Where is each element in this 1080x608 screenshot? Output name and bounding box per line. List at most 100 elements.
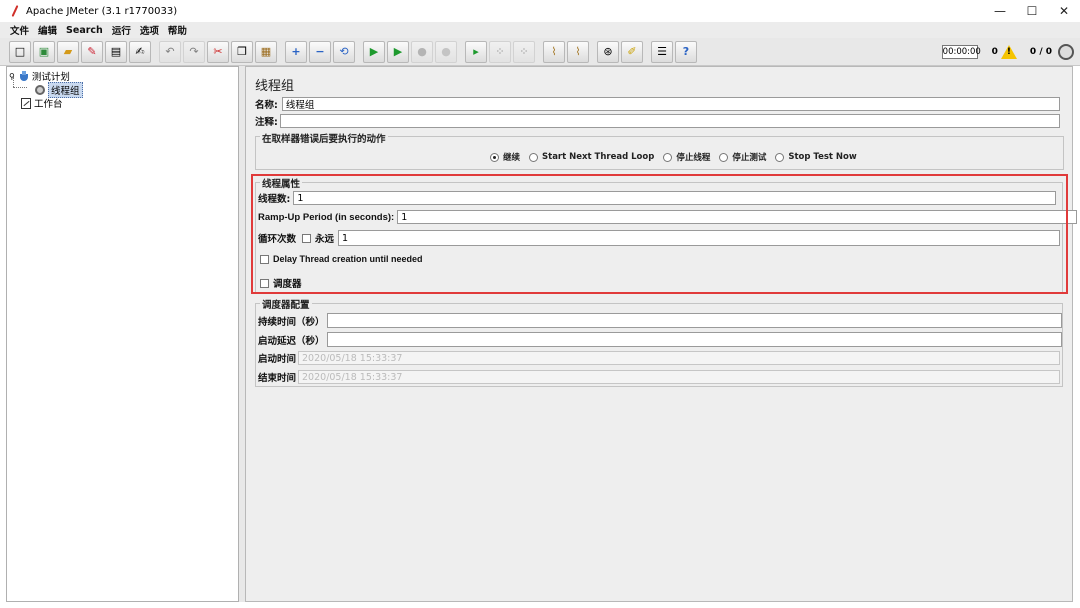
minimize-button[interactable]: — [984,0,1016,22]
error-action-options: 继续 Start Next Thread Loop 停止线程 停止测试 Stop… [490,151,866,163]
scheduler-config-legend: 调度器配置 [260,297,312,311]
end-time-row: 结束时间 [258,370,1061,384]
remote-shutdown-all-button[interactable]: ⁘ [513,40,535,63]
end-time-label: 结束时间 [258,373,297,384]
startup-delay-input[interactable] [326,332,1062,347]
radio-stop-test-now[interactable]: Stop Test Now [775,152,857,162]
save-as-icon: ✍ [135,45,145,58]
search-button[interactable]: ⊛ [597,40,619,63]
end-time-input [298,370,1061,384]
comment-row: 注释: [255,114,1060,128]
error-count: 0 [991,47,998,57]
redo-button[interactable]: ↷ [183,40,205,63]
start-time-row: 启动时间 [258,351,1061,365]
remote-shutdown-icon: ⁘ [519,45,529,58]
window-controls: — ☐ ✕ [984,0,1080,22]
close-icon: ✎ [87,45,97,58]
help-icon: ? [682,45,690,58]
radio-stop-thread[interactable]: 停止线程 [663,151,710,163]
paste-button[interactable]: ▦ [255,40,277,63]
menu-options[interactable]: 选项 [140,23,159,37]
thread-group-gear-icon [35,85,45,95]
menu-edit[interactable]: 编辑 [38,23,57,37]
workbench-icon [21,97,31,109]
help-button[interactable]: ? [675,40,697,63]
start-no-pause-button[interactable]: ▶ [387,40,409,63]
toggle-icon: ⟲ [339,45,349,58]
panel-title: 线程组 [255,79,295,94]
shutdown-button[interactable]: ● [435,40,457,63]
test-plan-icon [19,71,29,81]
templates-button[interactable]: ▣ [33,40,55,63]
save-as-button[interactable]: ✍ [129,40,151,63]
broom-icon: ✐ [627,45,637,58]
expand-icon: + [291,45,301,58]
undo-button[interactable]: ↶ [159,40,181,63]
start-icon: ▶ [369,45,379,58]
cut-button[interactable]: ✂ [207,40,229,63]
toolbar: □ ▣ ▰ ✎ ▤ ✍ ↶ ↷ ✂ ❐ ▦ + − ⟲ ▶ ▶ ● ● ▸ ⁘ … [0,38,1080,66]
menu-file[interactable]: 文件 [10,23,29,37]
error-action-legend: 在取样器错误后要执行的动作 [260,131,388,145]
tree-item-test-plan[interactable]: ⚲ 测试计划 [9,69,70,83]
remote-start-icon: ▸ [473,45,479,58]
name-input[interactable] [281,97,1060,111]
clear-all-icon: ⌇ [575,45,581,58]
save-button[interactable]: ▤ [105,40,127,63]
menu-help[interactable]: 帮助 [168,23,187,37]
start-time-label: 启动时间 [258,354,297,365]
binoculars-icon: ⊛ [603,45,613,58]
copy-button[interactable]: ❐ [231,40,253,63]
elapsed-timer: 00:00:00 [941,45,981,59]
test-tree-pane: ⚲ 测试计划 线程组 工作台 [6,66,239,602]
open-button[interactable]: ▰ [57,40,79,63]
function-helper-icon: ☰ [657,45,667,58]
close-window-button[interactable]: ✕ [1048,0,1080,22]
comment-input[interactable] [279,114,1060,128]
new-button[interactable]: □ [9,40,31,63]
window-title: Apache JMeter (3.1 r1770033) [26,5,178,17]
duration-input[interactable] [326,313,1062,328]
remote-stop-all-button[interactable]: ⁘ [489,40,511,63]
tree-item-workbench[interactable]: 工作台 [21,96,63,110]
tree-label-workbench: 工作台 [34,99,63,110]
radio-continue[interactable]: 继续 [490,151,520,163]
remote-stop-icon: ⁘ [495,45,505,58]
clear-all-button[interactable]: ⌇ [567,40,589,63]
function-helper-button[interactable]: ☰ [651,40,673,63]
jmeter-feather-icon [8,4,22,18]
expand-all-button[interactable]: + [285,40,307,63]
expand-toggle-icon[interactable]: ⚲ [9,72,15,81]
comment-label: 注释: [255,117,278,128]
reset-search-button[interactable]: ✐ [621,40,643,63]
duration-label: 持续时间（秒） [258,316,325,328]
highlight-annotation [251,174,1068,294]
thread-group-editor: 线程组 名称: 注释: 在取样器错误后要执行的动作 继续 Start Next … [245,66,1078,602]
maximize-button[interactable]: ☐ [1016,0,1048,22]
run-status: 00:00:00 0 0 / 0 [941,42,1074,62]
active-threads: 0 / 0 [1029,47,1052,57]
error-action-group: 在取样器错误后要执行的动作 继续 Start Next Thread Loop … [255,131,1064,170]
new-icon: □ [14,45,26,58]
cut-icon: ✂ [213,45,223,58]
radio-stop-test[interactable]: 停止测试 [719,151,766,163]
start-no-pause-icon: ▶ [393,45,403,58]
start-button[interactable]: ▶ [363,40,385,63]
templates-icon: ▣ [38,45,50,58]
radio-start-next-loop[interactable]: Start Next Thread Loop [529,152,654,162]
clear-button[interactable]: ⌇ [543,40,565,63]
collapse-all-button[interactable]: − [309,40,331,63]
menu-search[interactable]: Search [66,25,103,36]
name-row: 名称: [255,97,1060,111]
shutdown-icon: ● [441,45,451,58]
title-bar: Apache JMeter (3.1 r1770033) — ☐ ✕ [0,0,1080,22]
warning-icon[interactable] [1000,45,1017,59]
stop-button[interactable]: ● [411,40,433,63]
clear-icon: ⌇ [551,45,557,58]
scheduler-config-group: 调度器配置 持续时间（秒） 启动延迟（秒） 启动时间 结束时间 [255,297,1063,387]
close-file-button[interactable]: ✎ [81,40,103,63]
toggle-button[interactable]: ⟲ [333,40,355,63]
tree-label-test-plan: 测试计划 [31,72,70,83]
remote-start-all-button[interactable]: ▸ [465,40,487,63]
menu-run[interactable]: 运行 [112,23,131,37]
